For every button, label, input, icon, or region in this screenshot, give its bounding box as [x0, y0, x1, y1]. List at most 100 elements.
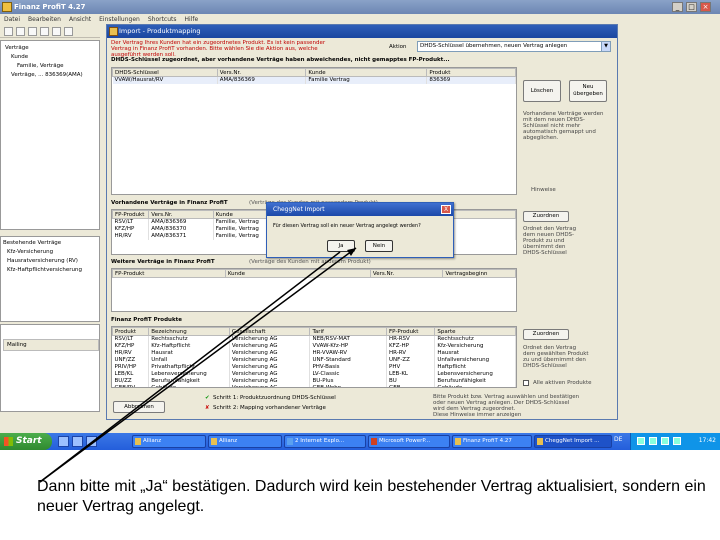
col-header[interactable]: FP-Produkt: [386, 327, 436, 336]
task-internet-explorer[interactable]: 2 Internet Explo...: [284, 435, 366, 448]
table-cell: KFZ/HP: [112, 342, 150, 350]
col-header[interactable]: Tarif: [309, 327, 388, 336]
table-row[interactable]: PRIV/HP Privathaftpflicht Versicherung AG P…: [112, 363, 516, 371]
menu-datei[interactable]: Datei: [0, 14, 24, 25]
close-icon[interactable]: ×: [700, 2, 711, 12]
col-header[interactable]: Vers.Nr.: [369, 269, 444, 278]
tree-item-vertrag-ama[interactable]: Verträge, ... 836369(AMA): [11, 71, 83, 79]
toolbar-back-icon[interactable]: [4, 27, 13, 36]
close-icon[interactable]: X: [441, 205, 451, 214]
maximize-icon[interactable]: □: [686, 2, 697, 12]
step-2: ✘ Schritt 2: Mapping vorhandener Verträge: [205, 405, 326, 411]
table-row[interactable]: GEB/RV Gebäude Versicherung AG GEB-Wohn GEB G…: [112, 384, 516, 387]
aktive-produkte-checkbox[interactable]: [523, 380, 529, 386]
toolbar-new-icon[interactable]: [28, 27, 37, 36]
import-titlebar[interactable]: Import - Produktmapping: [107, 25, 617, 38]
tray-volume-icon[interactable]: [649, 437, 657, 445]
loeschen-button[interactable]: Löschen: [523, 80, 561, 102]
table-cell: Gebäude: [148, 384, 230, 387]
col-header[interactable]: Vers.Nr.: [148, 210, 214, 219]
table-cell: GEB-Wohn: [309, 384, 388, 387]
tray-security-icon[interactable]: [661, 437, 669, 445]
tree-item-kfz-haftpflicht[interactable]: Kfz-Haftpflichtversicherung: [7, 266, 82, 274]
zuordnen-button-1[interactable]: Zuordnen: [523, 211, 569, 222]
table-cell: 836369: [426, 76, 516, 84]
col-header[interactable]: Bezeichnung: [148, 327, 230, 336]
table-row[interactable]: HR/RV Hausrat Versicherung AG HR-VVAW-RV HR-…: [112, 349, 516, 357]
abbrechen-button[interactable]: Abbrechen: [113, 401, 165, 413]
col-header[interactable]: Kunde: [305, 68, 428, 77]
table-cell: Privathaftpflicht: [148, 363, 230, 371]
quicklaunch-ie-icon[interactable]: [58, 436, 69, 447]
task-label: Finanz ProfiT 4.27: [463, 438, 512, 444]
table-row[interactable]: VVAW/Hausrat/RV AMA/836369 Familie Vertr…: [112, 76, 516, 84]
caption-text: Dann bitte mit „Ja“ bestätigen. Dadurch …: [37, 478, 706, 515]
col-header[interactable]: Sparte: [434, 327, 516, 336]
cheggnet-titlebar[interactable]: CheggNet Import: [267, 203, 453, 216]
task-finanz-profit[interactable]: Finanz ProfiT 4.27: [452, 435, 532, 448]
toolbar-forward-icon[interactable]: [16, 27, 25, 36]
task-powerpoint[interactable]: Microsoft PowerP...: [368, 435, 450, 448]
task-allianz-2[interactable]: Allianz: [208, 435, 282, 448]
window-title: Finanz ProfiT 4.27: [14, 3, 86, 11]
col-header[interactable]: Vertragsbeginn: [442, 269, 516, 278]
start-button[interactable]: Start: [0, 433, 52, 450]
uebergeben-button[interactable]: Neu übergeben: [569, 80, 607, 102]
menu-bearbeiten[interactable]: Bearbeiten: [24, 14, 65, 25]
col-header[interactable]: DHDS-Schlüssel: [112, 68, 218, 77]
tray-network-icon[interactable]: [637, 437, 645, 445]
tree-item-kfz[interactable]: Kfz-Versicherung: [7, 248, 53, 256]
table-cell: Unfall: [148, 356, 230, 364]
menu-ansicht[interactable]: Ansicht: [65, 14, 95, 25]
hint-line: DHDS-Schlüssel: [523, 363, 567, 369]
table-row[interactable]: RSV/LT Rechtsschutz Versicherung AG NEB/RSV…: [112, 335, 516, 343]
table-cell: Unfallversicherung: [434, 356, 516, 364]
tree-item-familie[interactable]: Familie, Verträge: [17, 62, 64, 70]
nein-button[interactable]: Nein: [365, 240, 393, 252]
start-label: Start: [16, 436, 42, 446]
col-header[interactable]: Kunde: [224, 269, 371, 278]
quicklaunch-outlook-icon[interactable]: [86, 436, 97, 447]
grid-produkte[interactable]: Produkt Bezeichnung Gesellschaft Tarif F…: [111, 326, 517, 388]
minimize-icon[interactable]: _: [672, 2, 683, 12]
mailing-label: Mailing: [7, 342, 27, 348]
col-header[interactable]: Produkt: [112, 327, 150, 336]
quicklaunch-desktop-icon[interactable]: [72, 436, 83, 447]
col-header[interactable]: FP-Produkt: [112, 210, 150, 219]
tree-item-bestehende[interactable]: Bestehende Verträge: [3, 239, 61, 247]
table-cell: KFZ/HP: [112, 225, 150, 233]
table-row[interactable]: KFZ/HP Kfz-Haftpflicht Versicherung AG VVAW…: [112, 342, 516, 350]
table-row[interactable]: LEB/KL Lebensversicherung Versicherung AG L…: [112, 370, 516, 378]
task-cheggnet-import[interactable]: CheggNet Import ...: [534, 435, 612, 448]
col-header[interactable]: Gesellschaft: [228, 327, 311, 336]
tree-item-vertraege[interactable]: Verträge: [5, 44, 29, 52]
table-cell: Rechtsschutz: [148, 335, 230, 343]
zuordnen-button-2[interactable]: Zuordnen: [523, 329, 569, 340]
aktion-select[interactable]: DHDS-Schlüssel übernehmen, neuen Vertrag…: [417, 41, 611, 52]
grid-weitere[interactable]: FP-Produkt Kunde Vers.Nr. Vertragsbeginn: [111, 268, 517, 312]
grid-dhds[interactable]: DHDS-Schlüssel Vers.Nr. Kunde Produkt VV…: [111, 67, 517, 195]
mailing-bar[interactable]: Mailing: [3, 339, 99, 351]
table-cell: HR/RV: [112, 232, 150, 240]
chevron-down-icon[interactable]: ▼: [601, 42, 610, 51]
col-header[interactable]: Vers.Nr.: [216, 68, 307, 77]
table-row[interactable]: UNF/ZZ Unfall Versicherung AG UNF-Standard U…: [112, 356, 516, 364]
table-cell: Versicherung AG: [229, 342, 311, 350]
tree-item-hausrat[interactable]: Hausratversicherung (RV): [7, 257, 78, 265]
ja-button[interactable]: Ja: [327, 240, 355, 252]
mailing-pane: Mailing: [0, 324, 100, 412]
window-titlebar[interactable]: Finanz ProfiT 4.27: [0, 0, 720, 14]
toolbar-save-icon[interactable]: [40, 27, 49, 36]
table-row[interactable]: BU/ZZ Berufsunfähigkeit Versicherung AG BU-…: [112, 377, 516, 385]
tray-update-icon[interactable]: [673, 437, 681, 445]
task-allianz-1[interactable]: Allianz: [132, 435, 206, 448]
task-label: CheggNet Import ...: [545, 438, 600, 444]
col-header[interactable]: FP-Produkt: [112, 269, 226, 278]
cheggnet-message: Für diesen Vertrag soll ein neuer Vertra…: [273, 223, 421, 229]
col-header[interactable]: Produkt: [426, 68, 516, 77]
language-indicator[interactable]: DE: [614, 436, 622, 443]
tree-item-kunde[interactable]: Kunde: [11, 53, 28, 61]
toolbar-print-icon[interactable]: [52, 27, 61, 36]
toolbar-search-icon[interactable]: [64, 27, 73, 36]
table-cell: BU: [386, 377, 436, 385]
